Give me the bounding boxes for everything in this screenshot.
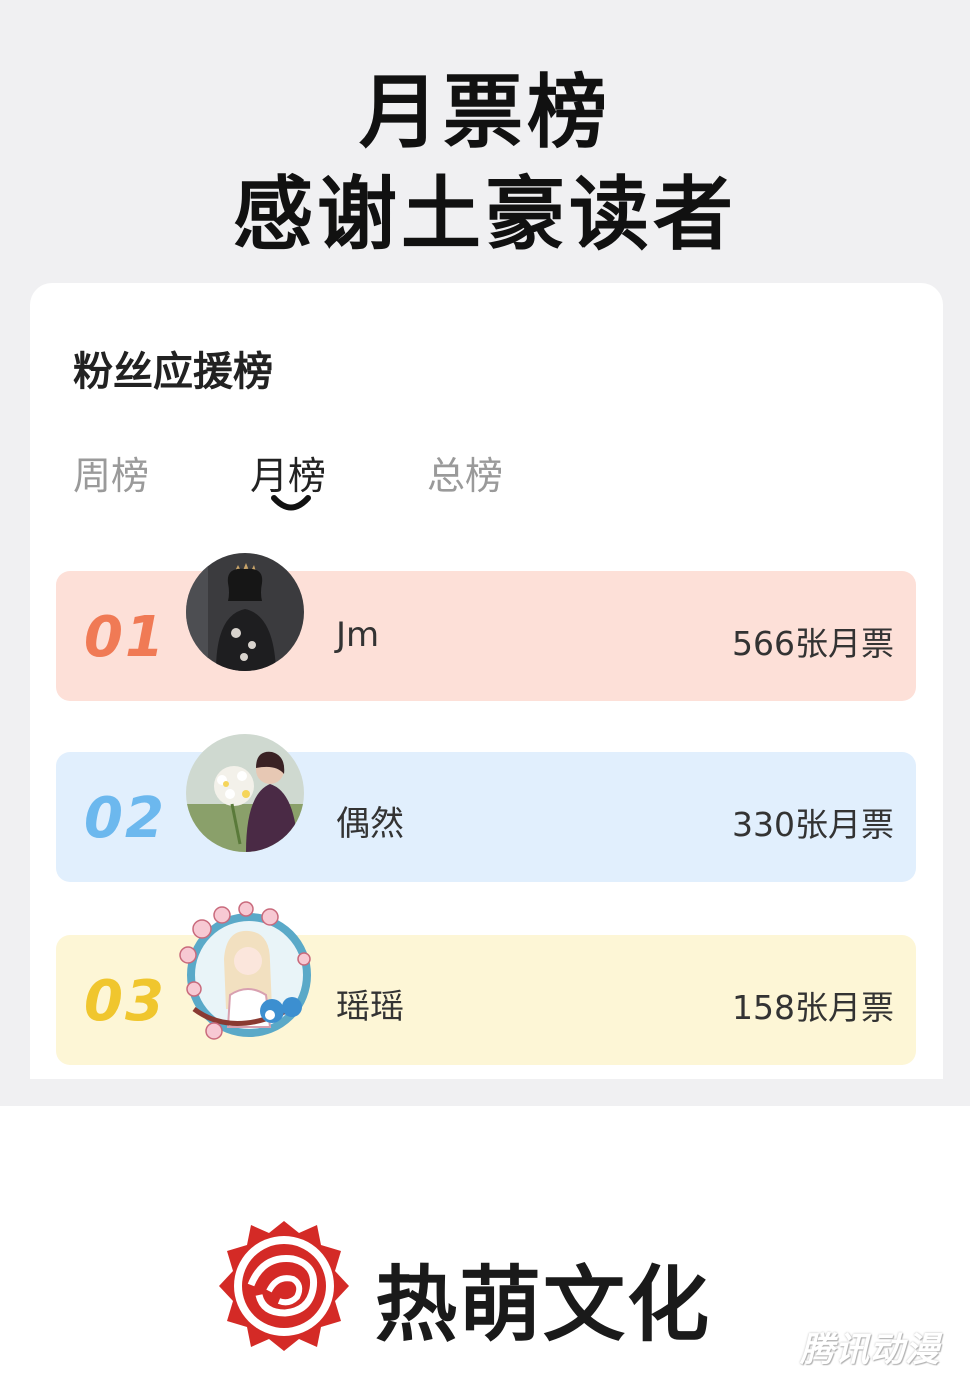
avatar[interactable] — [186, 734, 304, 852]
rank-number: 02 — [84, 786, 166, 851]
brand-name: 热萌文化 — [375, 1258, 712, 1353]
brand-logo-icon — [219, 1221, 349, 1351]
headline-subtitle: 感谢土豪读者 — [233, 168, 737, 261]
tab-total[interactable]: 总榜 — [427, 445, 503, 500]
rank-number: 03 — [84, 969, 166, 1034]
ranking-row-3[interactable]: 03 瑶瑶 158张月票 — [56, 901, 916, 1065]
avatar[interactable] — [186, 553, 304, 671]
fan-ranking-card: 粉丝应援榜 周榜 月榜 总榜 01 Jm 566张月票 02 偶然 330张月票… — [30, 283, 943, 1079]
ranking-row-1[interactable]: 01 Jm 566张月票 — [56, 553, 916, 701]
tab-monthly[interactable]: 月榜 — [250, 445, 326, 500]
active-tab-indicator — [271, 495, 311, 511]
card-title: 粉丝应援榜 — [73, 349, 273, 395]
platform-watermark: 腾讯动漫 — [800, 1330, 940, 1370]
rank-number: 01 — [84, 605, 166, 670]
ranking-row-2[interactable]: 02 偶然 330张月票 — [56, 734, 916, 882]
tab-weekly[interactable]: 周榜 — [73, 445, 149, 500]
vote-count: 158张月票 — [732, 988, 894, 1027]
vote-count: 566张月票 — [732, 624, 894, 663]
username: 瑶瑶 — [336, 987, 404, 1027]
headline-title: 月票榜 — [359, 66, 611, 159]
username: 偶然 — [336, 804, 404, 844]
vote-count: 330张月票 — [732, 805, 894, 844]
username: Jm — [336, 615, 380, 655]
avatar[interactable] — [174, 899, 324, 1049]
